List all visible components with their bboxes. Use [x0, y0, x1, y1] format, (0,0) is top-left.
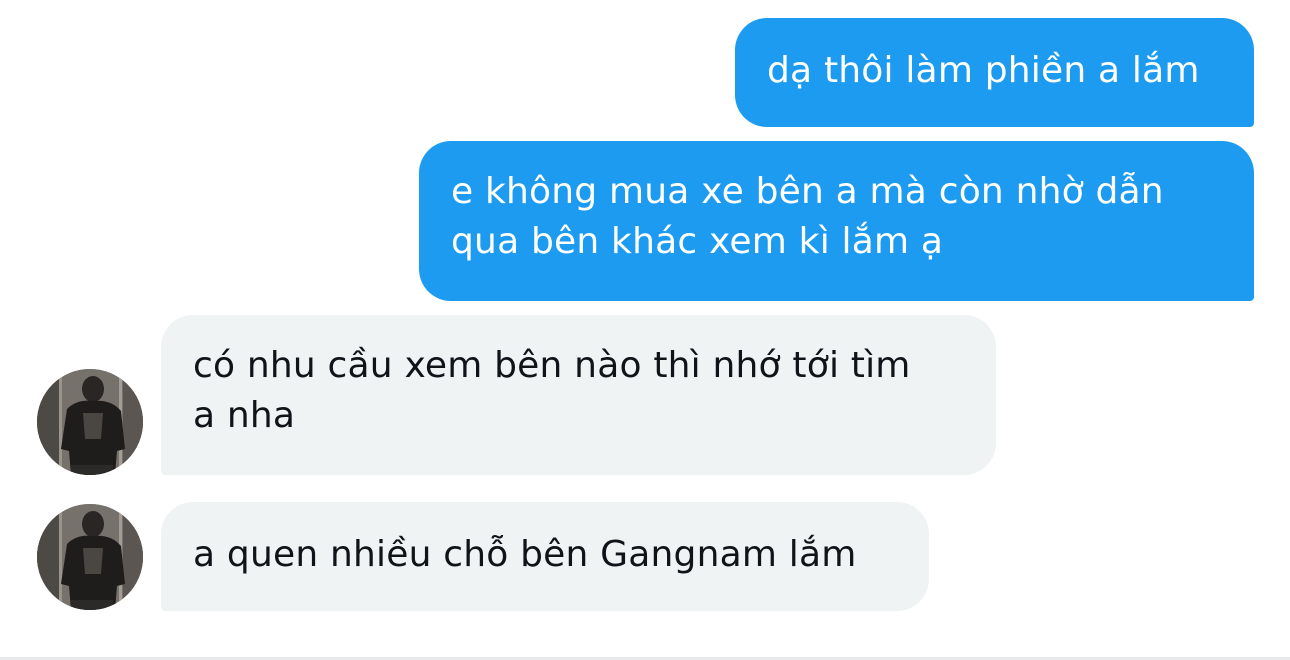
- incoming-message-bubble[interactable]: có nhu cầu xem bên nào thì nhớ tới tìm a…: [161, 315, 996, 475]
- outgoing-message-bubble[interactable]: e không mua xe bên a mà còn nhờ dẫn qua …: [419, 141, 1254, 301]
- sender-avatar[interactable]: [37, 504, 143, 610]
- person-photo-icon: [37, 369, 143, 475]
- incoming-message-bubble[interactable]: a quen nhiều chỗ bên Gangnam lắm: [161, 502, 929, 611]
- person-photo-icon: [37, 504, 143, 610]
- sender-avatar[interactable]: [37, 369, 143, 475]
- chat-conversation: dạ thôi làm phiền a lắm e không mua xe b…: [0, 0, 1290, 660]
- outgoing-message-bubble[interactable]: dạ thôi làm phiền a lắm: [735, 18, 1254, 127]
